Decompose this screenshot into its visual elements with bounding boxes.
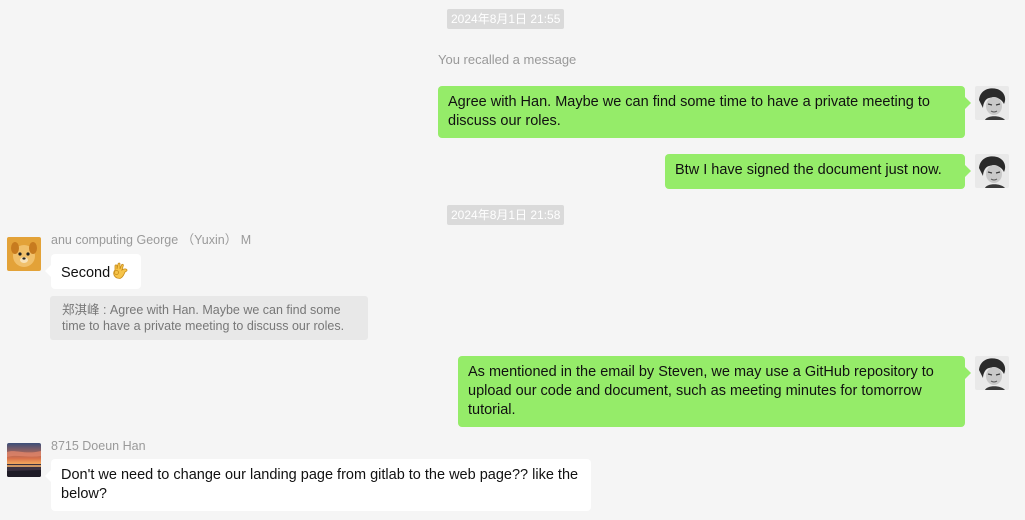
message-text: Second — [61, 265, 111, 281]
timestamp: 2024年8月1日 21:55 — [447, 9, 565, 29]
self-avatar[interactable] — [975, 356, 1009, 390]
han-avatar[interactable] — [7, 443, 41, 477]
message-bubble[interactable]: Second — [45, 254, 141, 289]
message-bubble[interactable]: As mentioned in the email by Steven, we … — [458, 356, 971, 427]
chat-message-list[interactable]: 2024年8月1日 21:55 You recalled a message A… — [0, 0, 1025, 520]
ok-hand-emoji — [111, 261, 130, 286]
sunset-icon — [7, 443, 41, 477]
sender-name: anu computing George （Yuxin） M — [51, 233, 252, 247]
recalled-message-note: You recalled a message — [438, 52, 577, 67]
george-avatar[interactable] — [7, 237, 41, 271]
message-bubble[interactable]: Btw I have signed the document just now. — [665, 154, 971, 189]
portrait-icon — [975, 86, 1009, 120]
timestamp: 2024年8月1日 21:58 — [447, 205, 565, 225]
self-avatar[interactable] — [975, 86, 1009, 120]
message-bubble[interactable]: Don't we need to change our landing page… — [45, 459, 591, 511]
self-avatar[interactable] — [975, 154, 1009, 188]
portrait-icon — [975, 154, 1009, 188]
portrait-icon — [975, 356, 1009, 390]
dog-icon — [7, 237, 41, 271]
message-bubble[interactable]: Agree with Han. Maybe we can find some t… — [438, 86, 971, 138]
quoted-message[interactable]: 郑淇峰 : Agree with Han. Maybe we can find … — [50, 296, 368, 340]
sender-name: 8715 Doeun Han — [51, 439, 146, 453]
